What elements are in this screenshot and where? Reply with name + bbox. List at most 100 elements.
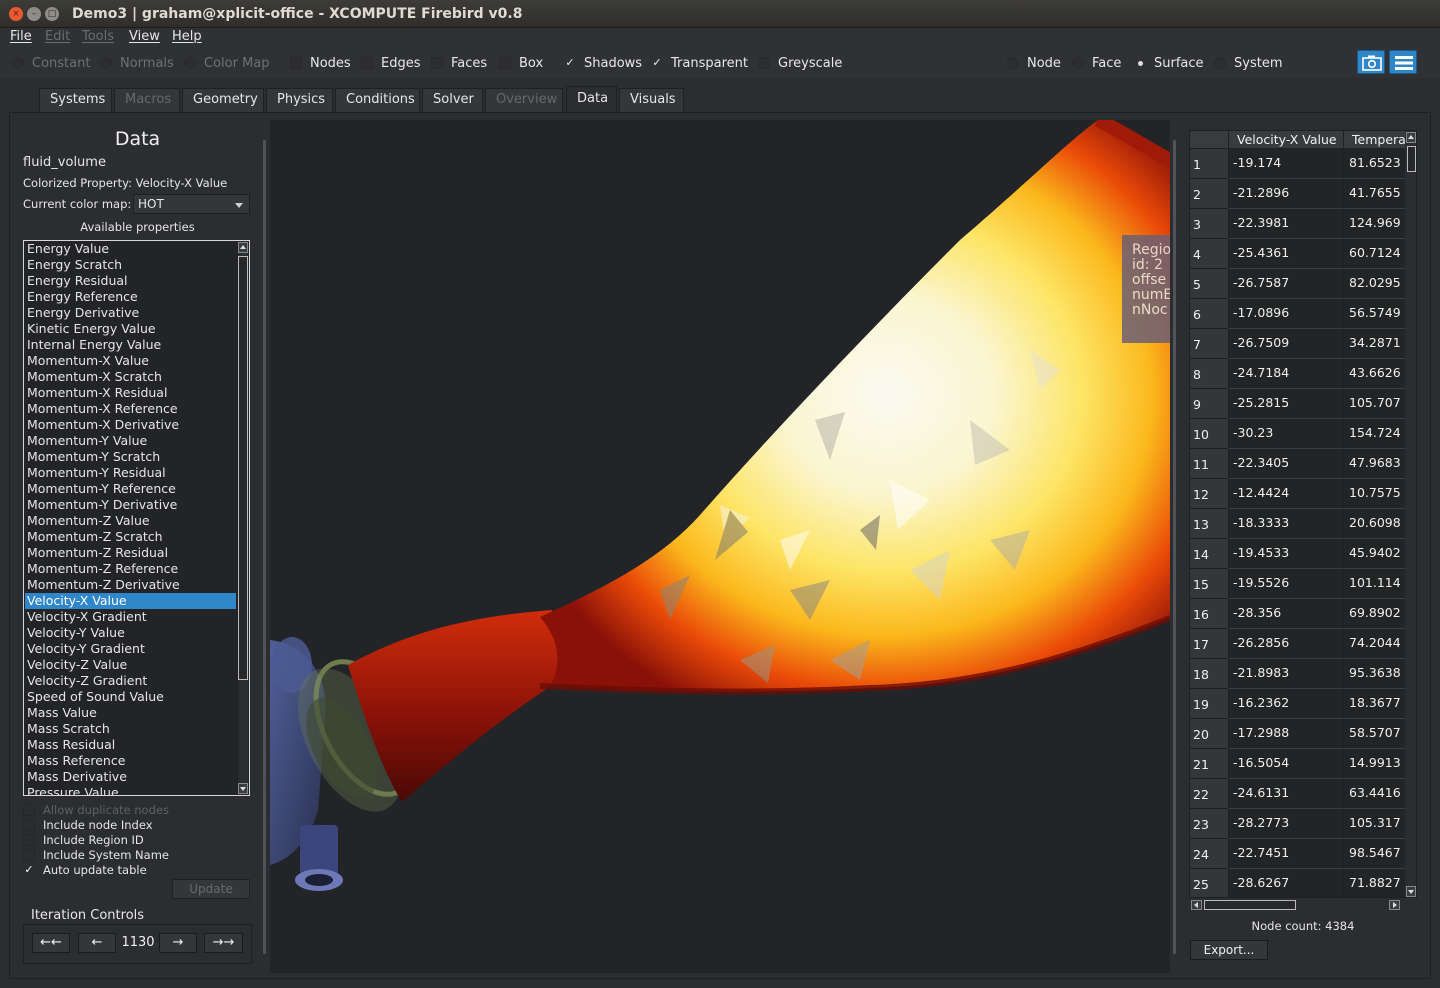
property-list-item[interactable]: Momentum-Y Derivative <box>25 497 236 513</box>
transparent-checkbox[interactable]: ✓ Transparent <box>651 54 748 72</box>
tab-systems[interactable]: Systems <box>39 88 112 112</box>
scrollbar-thumb[interactable] <box>238 256 248 680</box>
property-list-item[interactable]: Energy Derivative <box>25 305 236 321</box>
scrollbar-thumb[interactable] <box>1204 900 1296 910</box>
property-list-item[interactable]: Momentum-Y Scratch <box>25 449 236 465</box>
property-list-item[interactable]: Momentum-Y Value <box>25 433 236 449</box>
tab-physics[interactable]: Physics <box>266 88 333 112</box>
maximize-window-button[interactable]: □ <box>45 7 59 21</box>
data-table[interactable]: Velocity-X Value Temperature 1-19.17481.… <box>1189 130 1417 898</box>
table-row[interactable]: 2 -21.2896 41.7655 <box>1190 179 1406 209</box>
table-row[interactable]: 9 -25.2815 105.707 <box>1190 389 1406 419</box>
auto-update-table-checkbox[interactable]: ✓ Auto update table <box>23 863 146 877</box>
property-list-item[interactable]: Momentum-Y Reference <box>25 481 236 497</box>
property-list-item[interactable]: Mass Value <box>25 705 236 721</box>
property-list-item[interactable]: Mass Scratch <box>25 721 236 737</box>
select-surface-radio[interactable]: Surface <box>1134 54 1204 72</box>
tab-solver[interactable]: Solver <box>422 88 483 112</box>
table-row[interactable]: 4 -25.4361 60.7124 <box>1190 239 1406 269</box>
property-list-item[interactable]: Velocity-Y Value <box>25 625 236 641</box>
property-list-item[interactable]: Mass Residual <box>25 737 236 753</box>
table-row[interactable]: 3 -22.3981 124.969 <box>1190 209 1406 239</box>
tab-visuals[interactable]: Visuals <box>619 88 684 112</box>
shadows-checkbox[interactable]: ✓ Shadows <box>564 54 642 72</box>
property-list-item[interactable]: Momentum-Y Residual <box>25 465 236 481</box>
table-row[interactable]: 21 -16.5054 14.9913 <box>1190 749 1406 779</box>
scroll-up-arrow-icon[interactable] <box>238 242 248 253</box>
scroll-left-arrow-icon[interactable] <box>1191 900 1202 910</box>
3d-viewport[interactable]: Regio id: 2 offse numE nNoc <box>270 120 1170 973</box>
property-list-item[interactable]: Momentum-X Derivative <box>25 417 236 433</box>
table-row[interactable]: 24 -22.7451 98.5467 <box>1190 839 1406 869</box>
column-header-velocity-x[interactable]: Velocity-X Value <box>1228 131 1343 149</box>
table-row[interactable]: 17 -26.2856 74.2044 <box>1190 629 1406 659</box>
column-header-temperature[interactable]: Temperature <box>1343 131 1406 149</box>
menu-view[interactable]: View <box>129 29 160 44</box>
property-list-item[interactable]: Momentum-X Value <box>25 353 236 369</box>
scroll-right-arrow-icon[interactable] <box>1389 900 1400 910</box>
property-list-item[interactable]: Momentum-Z Scratch <box>25 529 236 545</box>
property-list-item[interactable]: Energy Reference <box>25 289 236 305</box>
minimize-window-button[interactable]: – <box>27 7 41 21</box>
property-list-item[interactable]: Momentum-X Residual <box>25 385 236 401</box>
table-row[interactable]: 18 -21.8983 95.3638 <box>1190 659 1406 689</box>
table-row[interactable]: 15 -19.5526 101.114 <box>1190 569 1406 599</box>
tab-conditions[interactable]: Conditions <box>335 88 420 112</box>
scrollbar-thumb[interactable] <box>1407 146 1416 172</box>
table-row[interactable]: 19 -16.2362 18.3677 <box>1190 689 1406 719</box>
show-faces-checkbox[interactable]: Faces <box>431 54 487 72</box>
property-list-item[interactable]: Velocity-Y Gradient <box>25 641 236 657</box>
property-list-item[interactable]: Velocity-Z Value <box>25 657 236 673</box>
color-map-select[interactable]: HOT <box>133 194 250 214</box>
show-nodes-checkbox[interactable]: Nodes <box>290 54 351 72</box>
property-list-item[interactable]: Pressure Value <box>25 785 236 795</box>
first-iteration-button[interactable]: ←← <box>32 933 70 953</box>
property-list-item[interactable]: Energy Scratch <box>25 257 236 273</box>
include-system-name-checkbox[interactable]: Include System Name <box>23 848 169 862</box>
menu-help[interactable]: Help <box>172 29 202 44</box>
table-row[interactable]: 5 -26.7587 82.0295 <box>1190 269 1406 299</box>
property-list-item[interactable]: Momentum-Z Value <box>25 513 236 529</box>
scroll-down-arrow-icon[interactable] <box>1406 886 1416 897</box>
table-row[interactable]: 12 -12.4424 10.7575 <box>1190 479 1406 509</box>
show-box-checkbox[interactable]: Box <box>499 54 543 72</box>
select-system-radio[interactable]: System <box>1214 54 1282 72</box>
property-list-item[interactable]: Velocity-X Gradient <box>25 609 236 625</box>
property-list-item[interactable]: Energy Value <box>25 241 236 257</box>
select-face-radio[interactable]: Face <box>1072 54 1121 72</box>
close-window-button[interactable]: × <box>9 7 23 21</box>
table-row[interactable]: 8 -24.7184 43.6626 <box>1190 359 1406 389</box>
greyscale-checkbox[interactable]: Greyscale <box>758 54 842 72</box>
screenshot-button[interactable] <box>1357 50 1385 74</box>
property-list-item[interactable]: Speed of Sound Value <box>25 689 236 705</box>
property-list-item[interactable]: Energy Residual <box>25 273 236 289</box>
property-list-item[interactable]: Mass Reference <box>25 753 236 769</box>
property-list-item[interactable]: Kinetic Energy Value <box>25 321 236 337</box>
main-menu-button[interactable] <box>1389 50 1417 74</box>
property-list[interactable]: Energy Value Energy Scratch Energy Residua… <box>23 240 250 796</box>
show-edges-checkbox[interactable]: Edges <box>361 54 421 72</box>
tab-geometry[interactable]: Geometry <box>182 88 264 112</box>
table-row[interactable]: 23 -28.2773 105.317 <box>1190 809 1406 839</box>
property-list-item[interactable]: Mass Derivative <box>25 769 236 785</box>
previous-iteration-button[interactable]: ← <box>78 933 116 953</box>
right-splitter-handle[interactable] <box>1173 140 1176 954</box>
last-iteration-button[interactable]: →→ <box>204 933 243 953</box>
table-row[interactable]: 20 -17.2988 58.5707 <box>1190 719 1406 749</box>
table-row[interactable]: 7 -26.7509 34.2871 <box>1190 329 1406 359</box>
menu-file[interactable]: File <box>10 29 32 44</box>
tab-data[interactable]: Data <box>566 86 617 112</box>
table-horizontal-scrollbar[interactable] <box>1189 899 1403 911</box>
include-node-index-checkbox[interactable]: Include node Index <box>23 818 153 832</box>
property-list-item[interactable]: Velocity-X Value <box>25 593 236 609</box>
table-vertical-scrollbar[interactable] <box>1405 132 1416 897</box>
export-button[interactable]: Export... <box>1190 940 1268 960</box>
table-row[interactable]: 10 -30.23 154.724 <box>1190 419 1406 449</box>
table-row[interactable]: 14 -19.4533 45.9402 <box>1190 539 1406 569</box>
property-list-item[interactable]: Internal Energy Value <box>25 337 236 353</box>
property-list-item[interactable]: Momentum-Z Residual <box>25 545 236 561</box>
property-list-item[interactable]: Momentum-Z Derivative <box>25 577 236 593</box>
next-iteration-button[interactable]: → <box>159 933 197 953</box>
include-region-id-checkbox[interactable]: Include Region ID <box>23 833 144 847</box>
left-splitter-handle[interactable] <box>263 140 266 954</box>
